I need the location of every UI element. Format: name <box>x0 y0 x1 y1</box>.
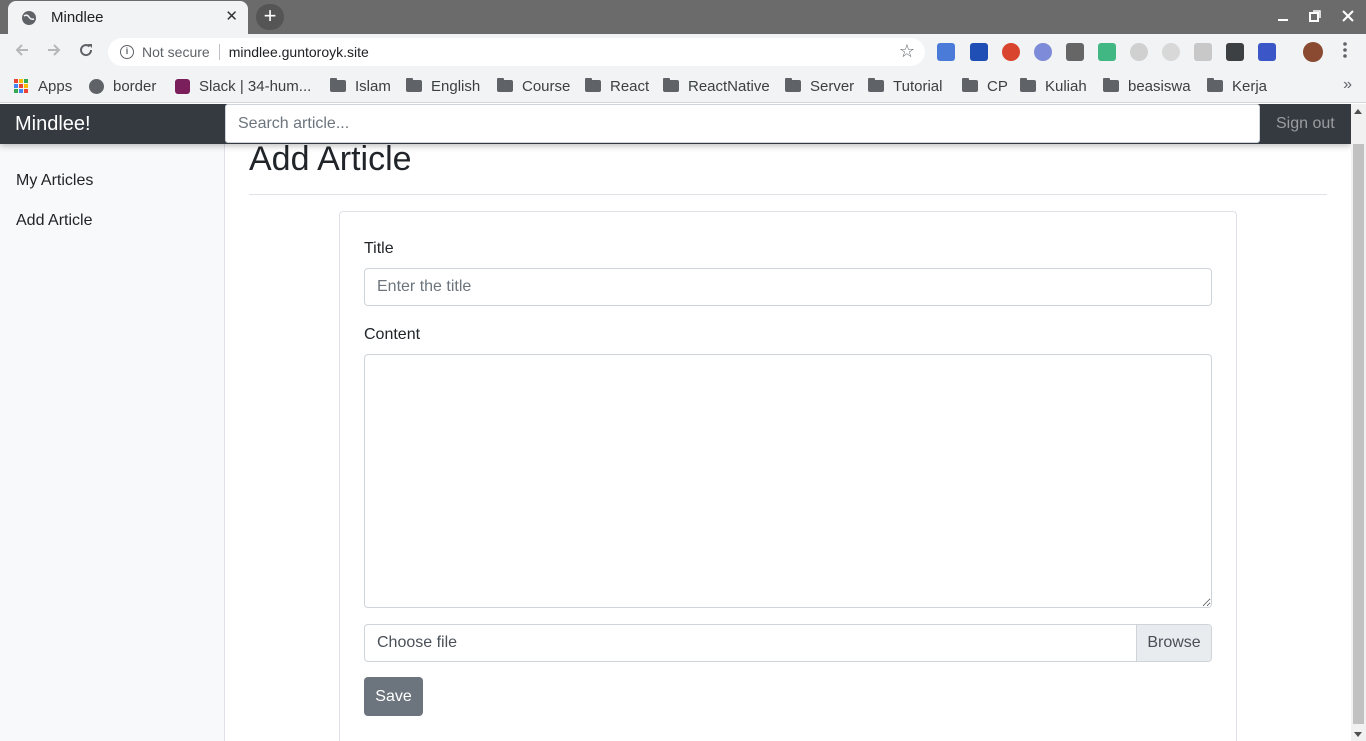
reload-icon[interactable] <box>76 42 96 62</box>
color-wheel-extension-icon[interactable] <box>1002 43 1020 61</box>
page-scrollbar[interactable] <box>1351 104 1366 741</box>
bookmark-label: English <box>431 77 481 95</box>
bookmark-label: ReactNative <box>688 77 770 95</box>
brand-logo[interactable]: Mindlee! <box>15 113 91 136</box>
bookmark-label: Kerja <box>1232 77 1268 95</box>
profile-avatar[interactable] <box>1303 42 1323 62</box>
content-label: Content <box>364 326 421 343</box>
hash-extension-icon[interactable] <box>1258 43 1276 61</box>
bookmark-label: Course <box>522 77 571 95</box>
bookmark-folder-course[interactable]: Course <box>497 76 570 96</box>
bookmarks-bar: Apps border Slack | 34-hum... Islam Engl… <box>0 70 1366 103</box>
bookmark-star-icon[interactable]: ☆ <box>899 41 915 62</box>
minimize-icon[interactable] <box>1273 7 1293 27</box>
bookmark-folder-islam[interactable]: Islam <box>330 76 391 96</box>
react-devtools-icon[interactable] <box>1130 43 1148 61</box>
sign-out-link[interactable]: Sign out <box>1276 115 1335 133</box>
folder-icon <box>1207 78 1223 92</box>
back-icon[interactable] <box>12 42 32 62</box>
address-bar[interactable]: i Not secure mindlee.guntoroyk.site ☆ <box>108 38 925 66</box>
folder-icon <box>785 78 801 92</box>
restore-icon[interactable] <box>1305 7 1325 27</box>
new-tab-button[interactable]: + <box>256 4 284 30</box>
folder-icon <box>1020 78 1036 92</box>
folder-icon <box>868 78 884 92</box>
web-page: Mindlee! Sign out My Articles Add Articl… <box>0 104 1366 741</box>
folder-icon <box>497 78 513 92</box>
bookmark-folder-kerja[interactable]: Kerja <box>1207 76 1267 96</box>
globe-icon <box>89 78 104 94</box>
browser-toolbar: i Not secure mindlee.guntoroyk.site ☆ <box>0 34 1366 70</box>
scroll-up-icon[interactable] <box>1354 109 1362 114</box>
folder-icon <box>962 78 978 92</box>
browse-button[interactable]: Browse <box>1136 625 1211 661</box>
bookmark-label: Server <box>810 77 855 95</box>
security-status[interactable]: Not secure <box>142 44 210 60</box>
page-title: Add Article <box>249 140 412 178</box>
bookmark-folder-server[interactable]: Server <box>785 76 854 96</box>
window-close-icon[interactable] <box>1338 7 1358 27</box>
omnibox-divider <box>218 44 220 60</box>
folder-icon <box>406 78 422 92</box>
scrollbar-thumb[interactable] <box>1353 144 1364 724</box>
tab-close-icon[interactable]: ✕ <box>225 9 238 25</box>
tree-extension-icon[interactable] <box>1194 43 1212 61</box>
bookmark-label: CP <box>987 77 1008 95</box>
bookmark-label: border <box>113 77 157 95</box>
info-icon[interactable]: i <box>120 45 134 59</box>
save-button[interactable]: Save <box>364 677 423 716</box>
add-article-form: Title Content Choose file Browse Save <box>339 211 1237 741</box>
sidebar-item-my-articles[interactable]: My Articles <box>16 172 93 190</box>
bookmark-label: Tutorial <box>893 77 943 95</box>
bookmark-folder-tutorial[interactable]: Tutorial <box>868 76 942 96</box>
folder-icon <box>585 78 601 92</box>
forward-icon[interactable] <box>44 42 64 62</box>
briefcase-extension-icon[interactable] <box>970 43 988 61</box>
bookmark-slack[interactable]: Slack | 34-hum... <box>175 76 311 96</box>
bookmark-label: Kuliah <box>1045 77 1087 95</box>
content-textarea[interactable] <box>364 354 1212 608</box>
vue-devtools-icon[interactable] <box>1098 43 1116 61</box>
tab-title: Mindlee <box>51 9 104 26</box>
bookmark-folder-reactnative[interactable]: ReactNative <box>663 76 770 96</box>
bookmark-label: Islam <box>355 77 391 95</box>
bookmark-label: React <box>610 77 650 95</box>
browser-menu-icon[interactable] <box>1335 42 1355 62</box>
title-label: Title <box>364 240 394 257</box>
folder-icon <box>1103 78 1119 92</box>
bookmark-folder-kuliah[interactable]: Kuliah <box>1020 76 1087 96</box>
eyedropper-extension-icon[interactable] <box>1066 43 1084 61</box>
scroll-down-icon[interactable] <box>1354 732 1362 737</box>
bookmark-folder-beasiswa[interactable]: beasiswa <box>1103 76 1191 96</box>
app-navbar: Mindlee! Sign out <box>0 104 1351 144</box>
slack-icon <box>175 78 190 94</box>
folder-icon <box>663 78 679 92</box>
folder-icon <box>330 78 346 92</box>
title-input[interactable] <box>364 268 1212 306</box>
url-text[interactable]: mindlee.guntoroyk.site <box>229 44 369 60</box>
sidebar: My Articles Add Article <box>0 144 225 741</box>
globe-icon <box>21 10 37 26</box>
dots-extension-icon[interactable] <box>1226 43 1244 61</box>
bookmark-folder-cp[interactable]: CP <box>962 76 1008 96</box>
file-input[interactable]: Choose file Browse <box>364 624 1212 662</box>
bookmark-label: beasiswa <box>1128 77 1191 95</box>
sidebar-item-add-article[interactable]: Add Article <box>16 212 92 230</box>
bookmarks-overflow-icon[interactable]: » <box>1343 76 1352 94</box>
title-divider <box>249 194 1327 195</box>
apps-grid-icon <box>14 79 28 93</box>
bookmark-border[interactable]: border <box>89 76 156 96</box>
browser-tab[interactable]: Mindlee ✕ <box>8 1 248 34</box>
bookmark-label: Apps <box>38 77 73 95</box>
blue-swirl-extension-icon[interactable] <box>1034 43 1052 61</box>
grey-extension-icon[interactable] <box>1162 43 1180 61</box>
search-input[interactable] <box>225 104 1260 143</box>
browser-tab-strip: Mindlee ✕ + <box>0 0 1366 34</box>
bookmark-folder-english[interactable]: English <box>406 76 480 96</box>
translate-extension-icon[interactable] <box>937 43 955 61</box>
bookmark-folder-react[interactable]: React <box>585 76 649 96</box>
file-input-text: Choose file <box>377 634 458 651</box>
bookmark-apps[interactable]: Apps <box>14 76 72 96</box>
bookmark-label: Slack | 34-hum... <box>199 77 312 95</box>
